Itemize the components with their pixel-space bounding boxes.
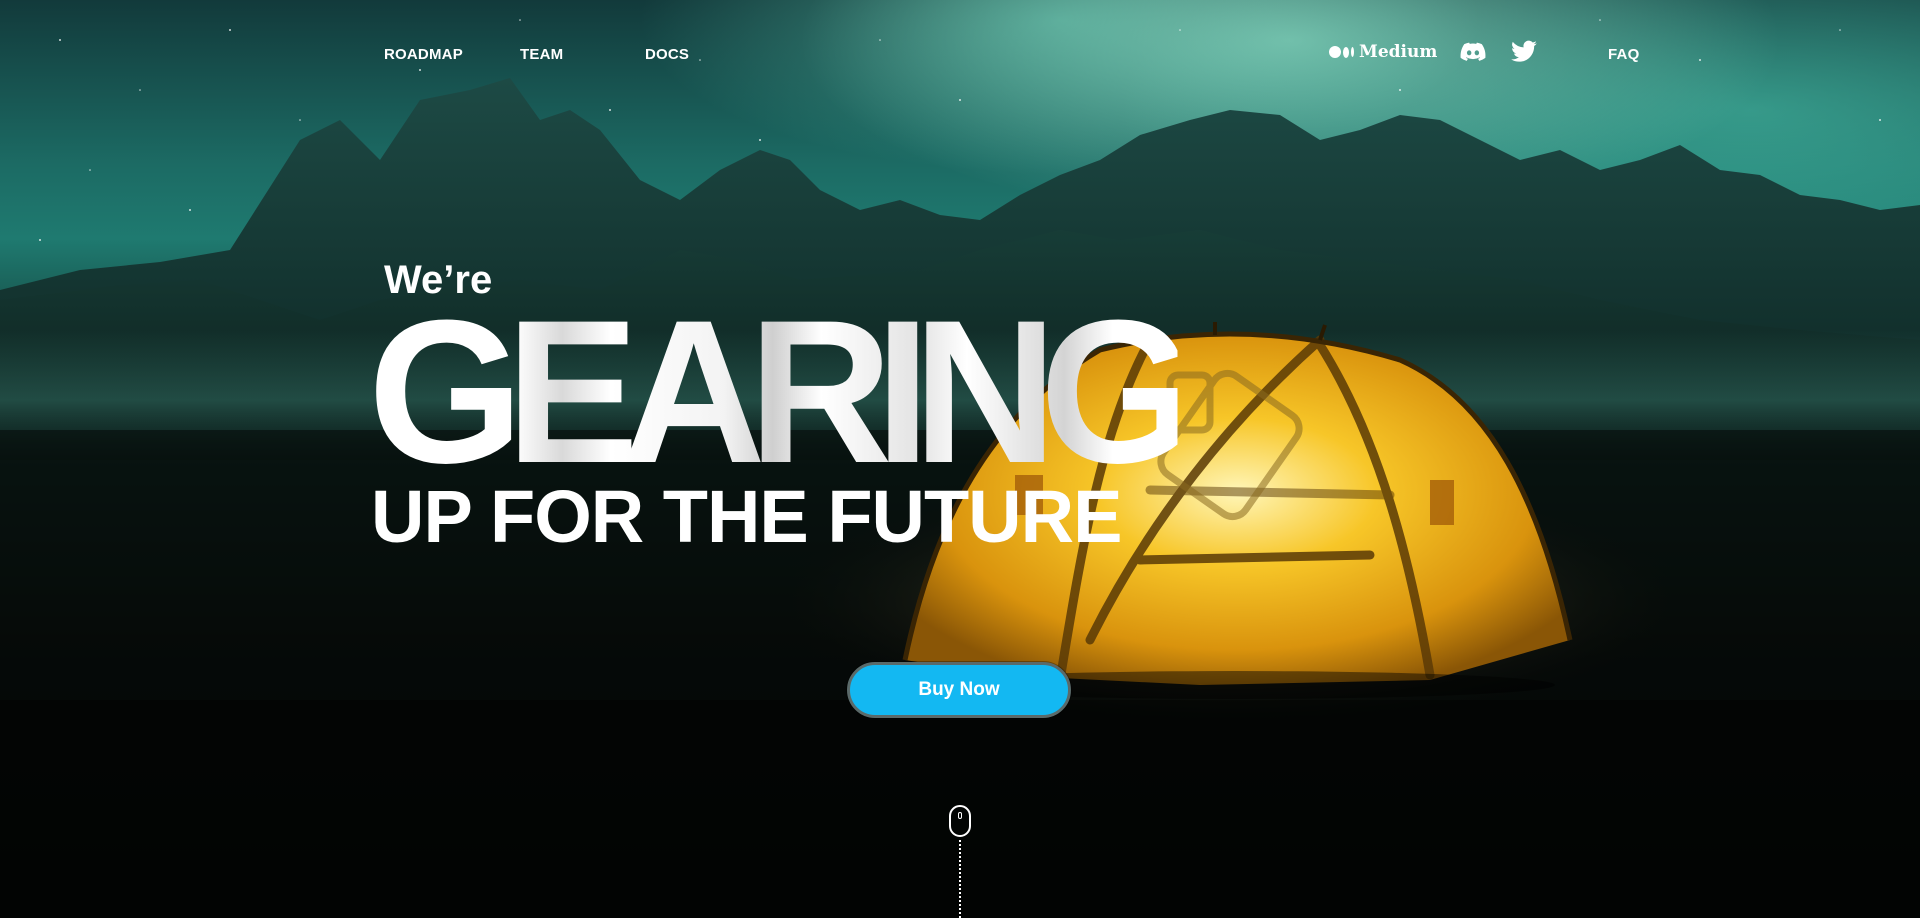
- nav-link-faq[interactable]: FAQ: [1608, 46, 1639, 63]
- scroll-mouse-icon[interactable]: [949, 805, 971, 837]
- nav-link-docs[interactable]: DOCS: [645, 46, 689, 63]
- scroll-wheel: [958, 812, 962, 819]
- buy-now-button[interactable]: Buy Now: [847, 662, 1071, 718]
- hero-subheadline: UP FOR THE FUTURE: [371, 475, 1122, 558]
- nav-link-team[interactable]: TEAM: [520, 46, 563, 63]
- twitter-icon[interactable]: [1510, 38, 1538, 66]
- medium-link[interactable]: Medium: [1329, 40, 1437, 64]
- scroll-dotted-line: [959, 840, 961, 918]
- hero-headline: GEARING: [368, 278, 1195, 506]
- medium-icon: [1329, 46, 1354, 58]
- discord-icon[interactable]: [1459, 38, 1487, 66]
- medium-label: Medium: [1359, 42, 1438, 62]
- nav-link-roadmap[interactable]: ROADMAP: [384, 46, 463, 63]
